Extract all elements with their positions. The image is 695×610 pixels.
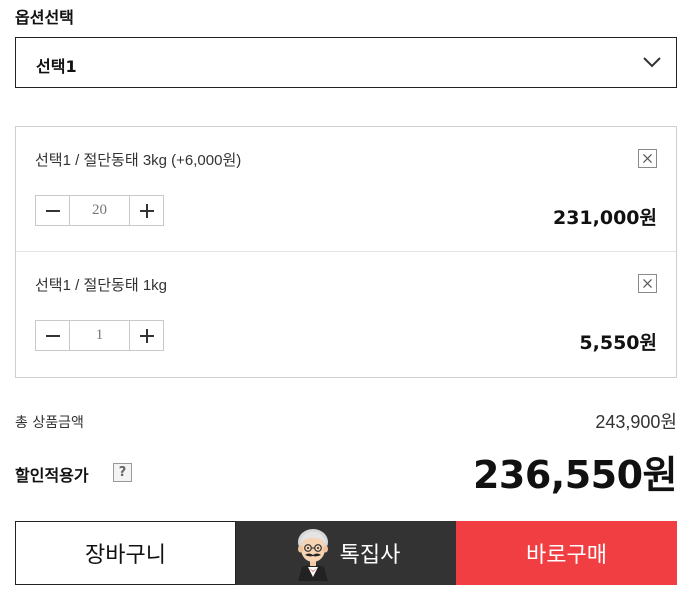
buy-now-button[interactable]: 바로구매 xyxy=(456,521,677,585)
total-price-label: 총 상품금액 xyxy=(15,415,84,431)
selected-options-list: 선택1 / 절단동태 3kg (+6,000원) 20 231,000원 선택1… xyxy=(15,126,677,378)
purchase-actions: 장바구니 톡집사 바로구매 xyxy=(15,521,677,585)
option-name: 선택1 / 절단동태 3kg (+6,000원) xyxy=(35,152,242,169)
talk-butler-button-label: 톡집사 xyxy=(339,543,401,568)
chevron-down-icon xyxy=(643,57,661,68)
quantity-input[interactable]: 1 xyxy=(69,321,130,350)
cart-button[interactable]: 장바구니 xyxy=(15,521,236,585)
decrease-quantity-button[interactable] xyxy=(36,321,69,350)
increase-quantity-button[interactable] xyxy=(130,196,163,225)
option-name: 선택1 / 절단동태 1kg xyxy=(35,277,167,294)
selected-option-item: 선택1 / 절단동태 3kg (+6,000원) 20 231,000원 xyxy=(16,127,676,252)
buy-now-button-label: 바로구매 xyxy=(526,543,607,568)
increase-quantity-button[interactable] xyxy=(130,321,163,350)
option-price: 231,000원 xyxy=(552,207,657,229)
option-select[interactable]: 선택1 xyxy=(15,37,677,88)
total-price-value: 243,900원 xyxy=(595,412,677,432)
option-select-value: 선택1 xyxy=(36,57,77,76)
quantity-stepper: 1 xyxy=(35,320,164,351)
plus-icon xyxy=(139,328,154,343)
option-price: 5,550원 xyxy=(579,332,657,354)
final-price-value: 236,550원 xyxy=(472,453,678,497)
quantity-stepper: 20 xyxy=(35,195,164,226)
help-icon[interactable]: ? xyxy=(113,463,132,482)
decrease-quantity-button[interactable] xyxy=(36,196,69,225)
butler-mascot-icon xyxy=(297,529,328,581)
remove-option-icon[interactable] xyxy=(638,149,657,168)
talk-butler-button[interactable]: 톡집사 xyxy=(236,521,456,585)
minus-icon xyxy=(45,209,60,212)
minus-icon xyxy=(45,334,60,337)
discount-price-label: 할인적용가 xyxy=(15,466,89,485)
remove-option-icon[interactable] xyxy=(638,274,657,293)
plus-icon xyxy=(139,203,154,218)
option-section-label: 옵션선택 xyxy=(15,8,74,27)
cart-button-label: 장바구니 xyxy=(85,543,166,568)
selected-option-item: 선택1 / 절단동태 1kg 1 5,550원 xyxy=(16,252,676,377)
quantity-input[interactable]: 20 xyxy=(69,196,130,225)
